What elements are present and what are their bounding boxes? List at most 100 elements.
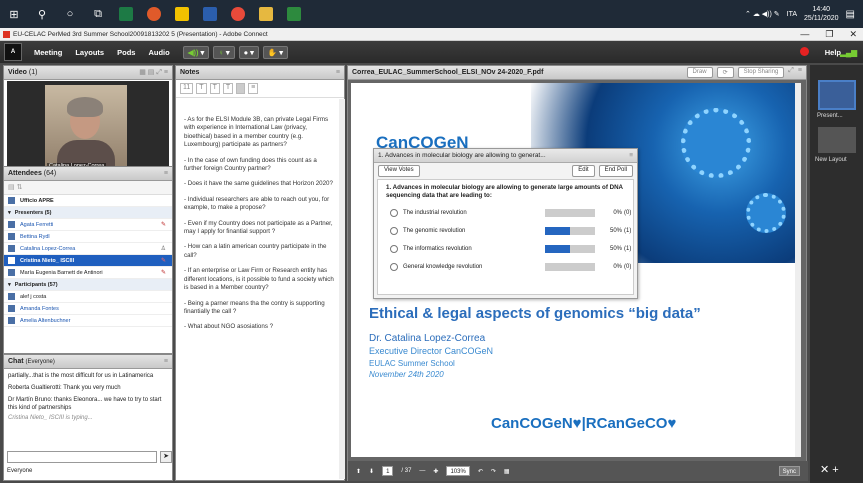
attendee-row[interactable]: Catalina Lopez-Correa ♙ — [4, 243, 172, 255]
menu-help[interactable]: Help — [825, 48, 841, 57]
share-menu-icon[interactable]: ≡ — [798, 67, 802, 78]
attendee-row[interactable]: Bettina Rydl — [4, 231, 172, 243]
sync-button[interactable]: Sync — [778, 466, 800, 476]
poll-menu-icon[interactable]: ≡ — [629, 152, 633, 159]
italic-icon[interactable]: T — [209, 83, 220, 94]
user-icon — [8, 233, 15, 240]
presenters-section[interactable]: ▾ Presenters (5) — [4, 207, 172, 219]
layout-thumbnail-new[interactable] — [818, 127, 856, 153]
draw-button[interactable]: Draw — [686, 67, 713, 78]
bold-icon[interactable]: T — [196, 83, 207, 94]
grid-view-icon[interactable]: ▤ — [8, 184, 15, 191]
search-icon[interactable]: ⚲ — [31, 3, 53, 25]
notes-scrollbar[interactable] — [339, 99, 345, 479]
view-votes-button[interactable]: View Votes — [378, 165, 420, 177]
result-count: (1) — [624, 228, 632, 234]
poll-option[interactable]: The informatics revolution 50% (1) — [378, 240, 633, 258]
user-icon — [8, 305, 15, 312]
layout-thumbnail[interactable] — [818, 80, 856, 110]
app-icon[interactable] — [283, 3, 305, 25]
font-size-select[interactable]: 11 — [180, 83, 194, 94]
speaker-button[interactable]: ◀)) ▾ — [182, 45, 210, 59]
poll-option[interactable]: The genomic revolution 50% (1) — [378, 222, 633, 240]
share-pod-header: Correa_EULAC_SummerSchool_ELSI_NOv 24-20… — [348, 66, 806, 80]
menu-pods[interactable]: Pods — [117, 48, 135, 57]
file-explorer-icon[interactable] — [255, 3, 277, 25]
host-row[interactable]: Ufficio APRE — [4, 195, 172, 207]
store-icon[interactable] — [171, 3, 193, 25]
task-view-icon[interactable]: ⧉ — [87, 3, 109, 25]
poll-option-label: The informatics revolution — [403, 246, 472, 252]
color-icon[interactable] — [236, 83, 246, 94]
clock-time: 14:40 — [812, 6, 831, 13]
microphone-button[interactable]: ♀ ▾ — [213, 45, 235, 59]
chat-input[interactable] — [7, 451, 157, 463]
fit-icon[interactable]: ▦ — [504, 468, 510, 475]
rotate-right-icon[interactable]: ↷ — [491, 468, 496, 475]
language-indicator[interactable]: ITA — [787, 11, 797, 18]
attendee-row[interactable]: Agata Ferretti ✎ — [4, 219, 172, 231]
stop-sharing-button[interactable]: Stop Sharing — [737, 67, 785, 78]
zoom-select[interactable]: 103% — [446, 466, 470, 476]
poll-option[interactable]: General knowledge revolution 0% (0) — [378, 258, 633, 276]
note-paragraph: - What about NGO asosiations ? — [184, 323, 274, 331]
radio-button[interactable] — [390, 209, 398, 217]
notes-content[interactable]: - As for the ELSI Module 3B, can private… — [184, 116, 336, 339]
menu-meeting[interactable]: Meeting — [34, 48, 62, 57]
participants-section[interactable]: ▾ Participants (57) — [4, 279, 172, 291]
chrome-icon[interactable] — [227, 3, 249, 25]
attendee-row[interactable]: Amanda Fontes — [4, 303, 172, 315]
menu-audio[interactable]: Audio — [148, 48, 169, 57]
attendee-row[interactable]: alef j costa — [4, 291, 172, 303]
collapse-panel-icon[interactable]: ✕ + — [820, 463, 839, 476]
underline-icon[interactable]: T — [222, 83, 234, 94]
sort-icon[interactable]: ⇅ — [17, 184, 23, 191]
attendees-menu-icon[interactable]: ≡ — [164, 170, 168, 177]
raise-hand-button[interactable]: ✋ ▾ — [262, 45, 289, 59]
excel-icon[interactable] — [115, 3, 137, 25]
cortana-icon[interactable]: ○ — [59, 3, 81, 25]
clock[interactable]: 14:40 25/11/2020 — [804, 5, 839, 23]
menu-bar: A Meeting Layouts Pods Audio ◀)) ▾ ♀ ▾ ● ▾ … — [0, 41, 863, 63]
end-poll-button[interactable]: End Poll — [598, 165, 633, 177]
zoom-out-icon[interactable]: — — [419, 468, 425, 474]
pod-options-icon[interactable]: ▦ ▤ ⤢ ≡ — [139, 68, 168, 77]
video-feed: Catalina Lopez-Correa — [7, 81, 169, 176]
menu-layouts[interactable]: Layouts — [75, 48, 104, 57]
rotate-left-icon[interactable]: ↶ — [478, 468, 483, 475]
word-icon[interactable] — [199, 3, 221, 25]
attendee-row[interactable]: María Eugenia Barnett de Antinori ✎ — [4, 267, 172, 279]
paint-icon[interactable] — [143, 3, 165, 25]
fullscreen-icon[interactable]: ⤢ — [788, 67, 794, 78]
edit-poll-button[interactable]: Edit — [572, 165, 595, 177]
upload-icon[interactable]: ⬆ — [356, 468, 361, 475]
poll-option[interactable]: The industrial revolution 0% (0) — [378, 204, 633, 222]
page-number-input[interactable]: 1 — [382, 466, 394, 476]
tray-icons[interactable]: ⌃ ☁ ◀)) ✎ — [745, 10, 780, 18]
maximize-button[interactable]: ❐ — [825, 28, 833, 41]
sync-icon[interactable]: ⟳ — [716, 67, 734, 78]
virus-particle — [746, 193, 786, 233]
attendee-row[interactable]: Amelia Altenbuchner — [4, 315, 172, 327]
camera-button[interactable]: ● ▾ — [238, 45, 259, 59]
notification-icon[interactable]: ▤ — [846, 9, 855, 20]
list-icon[interactable]: ≡ — [248, 83, 259, 94]
chat-recipient[interactable]: Everyone — [7, 468, 32, 474]
chat-menu-icon[interactable]: ≡ — [164, 358, 168, 365]
radio-button[interactable] — [390, 227, 398, 235]
new-layout-label[interactable]: New Layout — [815, 157, 847, 163]
close-button[interactable]: ✕ — [849, 28, 857, 41]
send-icon[interactable]: ➤ — [160, 451, 172, 463]
record-icon[interactable] — [800, 47, 809, 56]
slide-scrollbar[interactable] — [795, 83, 801, 457]
notes-menu-icon[interactable]: ≡ — [336, 69, 340, 76]
result-bar — [545, 227, 595, 235]
radio-button[interactable] — [390, 245, 398, 253]
download-icon[interactable]: ⬇ — [369, 468, 374, 475]
notes-toolbar: 11 T T T ≡ — [176, 80, 344, 98]
minimize-button[interactable]: — — [800, 28, 809, 41]
attendee-row-selected[interactable]: Cristina Nieto_ ISCIII ✎ — [4, 255, 172, 267]
radio-button[interactable] — [390, 263, 398, 271]
zoom-in-icon[interactable]: ✚ — [433, 468, 438, 475]
windows-start-icon[interactable]: ⊞ — [3, 3, 25, 25]
